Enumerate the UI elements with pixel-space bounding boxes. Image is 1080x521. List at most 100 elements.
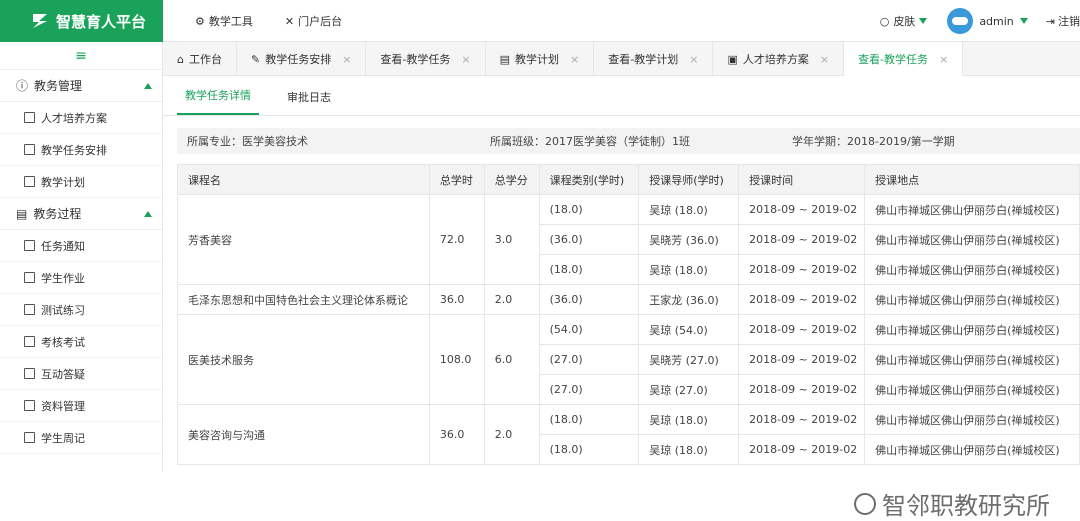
sidebar-item-materials[interactable]: 资料管理 bbox=[0, 390, 162, 422]
task-table: 课程名 总学时 总学分 课程类别(学时) 授课导师(学时) 授课时间 授课地点 … bbox=[177, 164, 1080, 465]
sidebar-item-label: 互动答疑 bbox=[41, 367, 85, 381]
tab-label: 教学任务安排 bbox=[265, 53, 332, 66]
sidebar-group-academic-management[interactable]: ⓘ 教务管理 bbox=[0, 70, 162, 102]
cell-place: 佛山市禅城区佛山伊丽莎白(禅城校区) bbox=[864, 404, 1080, 435]
sidebar-item-homework[interactable]: 学生作业 bbox=[0, 262, 162, 294]
tab-task-arrangement[interactable]: ✎ 教学任务安排 × bbox=[237, 42, 367, 76]
info-major: 所属专业：医学美容技术 bbox=[187, 135, 308, 148]
top-right: ○ 皮肤 admin ⇥ 注销 bbox=[880, 0, 1080, 42]
cell-category: (36.0) bbox=[538, 284, 640, 315]
logout-label: 注销 bbox=[1058, 15, 1080, 28]
table-row: 毛泽东思想和中国特色社会主义理论体系概论 36.0 2.0 (36.0) 王家龙 (36… bbox=[177, 284, 1080, 315]
home-icon: ⌂ bbox=[177, 52, 184, 66]
subtab-approval-log[interactable]: 审批日志 bbox=[279, 89, 339, 115]
cell-teacher: 吴琼 (18.0) bbox=[638, 194, 740, 225]
th-hours: 总学时 bbox=[428, 164, 485, 195]
edit-icon: ✎ bbox=[250, 52, 261, 66]
nav-portal-admin[interactable]: ✕ 门户后台 bbox=[285, 13, 342, 29]
chart-icon bbox=[24, 400, 35, 411]
cell-time: 2018-09 ~ 2019-02 bbox=[738, 404, 866, 435]
menu-toggle-icon[interactable]: ≡ bbox=[0, 42, 162, 70]
info-icon: ⓘ bbox=[16, 79, 29, 93]
close-icon[interactable]: × bbox=[342, 53, 351, 66]
wechat-icon bbox=[854, 492, 876, 515]
tab-workbench[interactable]: ⌂ 工作台 bbox=[163, 42, 237, 76]
cell-credits: 2.0 bbox=[483, 404, 540, 465]
tab-training-plan[interactable]: ▣ 人才培养方案 × bbox=[713, 42, 845, 76]
cell-credits: 6.0 bbox=[483, 314, 540, 405]
th-credits: 总学分 bbox=[483, 164, 540, 195]
cell-teacher: 吴琼 (18.0) bbox=[638, 434, 740, 465]
list-icon: ▤ bbox=[499, 52, 511, 66]
logout-icon: ⇥ bbox=[1045, 14, 1055, 28]
sidebar-item-qa[interactable]: 互动答疑 bbox=[0, 358, 162, 390]
wrench-icon: ✕ bbox=[284, 14, 295, 28]
tab-view-task-1[interactable]: 查看-教学任务 × bbox=[366, 42, 486, 76]
sidebar-item-task-notice[interactable]: 任务通知 bbox=[0, 230, 162, 262]
cell-teacher: 王家龙 (36.0) bbox=[638, 284, 740, 315]
cell-place: 佛山市禅城区佛山伊丽莎白(禅城校区) bbox=[864, 374, 1080, 405]
close-icon[interactable]: × bbox=[689, 53, 698, 66]
sidebar-item-label: 教学计划 bbox=[41, 175, 85, 189]
th-place: 授课地点 bbox=[864, 164, 1080, 195]
cell-teacher: 吴琼 (18.0) bbox=[638, 254, 740, 285]
edit-icon bbox=[24, 304, 35, 315]
nav-teaching-tools-label: 教学工具 bbox=[208, 15, 253, 28]
sidebar-group-label: 教务管理 bbox=[34, 79, 83, 93]
cell-teacher: 吴晓芳 (36.0) bbox=[638, 224, 740, 255]
close-icon[interactable]: × bbox=[939, 53, 948, 66]
tab-label: 人才培养方案 bbox=[742, 53, 809, 66]
sidebar-item-exam[interactable]: 考核考试 bbox=[0, 326, 162, 358]
skin-icon: ○ bbox=[879, 14, 890, 28]
notebook-icon bbox=[24, 432, 35, 443]
app-title: 智慧育人平台 bbox=[56, 12, 147, 31]
sidebar-item-practice[interactable]: 测试练习 bbox=[0, 294, 162, 326]
tab-label: 教学计划 bbox=[515, 53, 560, 66]
cell-place: 佛山市禅城区佛山伊丽莎白(禅城校区) bbox=[864, 194, 1080, 225]
cell-place: 佛山市禅城区佛山伊丽莎白(禅城校区) bbox=[864, 434, 1080, 465]
tab-label: 工作台 bbox=[188, 53, 222, 66]
table-body: 芳香美容 72.0 3.0 (18.0) 吴琼 (18.0) 2018-09 ~ 2019… bbox=[177, 194, 1080, 465]
speaker-icon bbox=[24, 240, 35, 251]
sidebar-item-teaching-plan[interactable]: 教学计划 bbox=[0, 166, 162, 198]
sidebar-item-training-plan[interactable]: 人才培养方案 bbox=[0, 102, 162, 134]
sidebar-item-label: 学生作业 bbox=[41, 271, 85, 285]
cell-hours: 36.0 bbox=[428, 284, 485, 315]
cell-time: 2018-09 ~ 2019-02 bbox=[738, 254, 866, 285]
subtab-task-detail[interactable]: 教学任务详情 bbox=[177, 87, 259, 115]
nav-teaching-tools[interactable]: ⚙ 教学工具 bbox=[195, 13, 253, 29]
skin-menu[interactable]: ○ 皮肤 bbox=[880, 13, 928, 29]
sidebar-item-label: 任务通知 bbox=[41, 239, 85, 253]
cell-time: 2018-09 ~ 2019-02 bbox=[738, 284, 866, 315]
th-teacher: 授课导师(学时) bbox=[638, 164, 740, 195]
cell-credits: 3.0 bbox=[483, 194, 540, 285]
avatar bbox=[947, 8, 974, 34]
nav-portal-admin-label: 门户后台 bbox=[298, 15, 343, 28]
cell-category: (36.0) bbox=[538, 224, 640, 255]
close-icon[interactable]: × bbox=[461, 53, 470, 66]
cell-time: 2018-09 ~ 2019-02 bbox=[738, 194, 866, 225]
tab-view-task-2[interactable]: 查看-教学任务 × bbox=[844, 42, 964, 76]
top-nav: ⚙ 教学工具 ✕ 门户后台 bbox=[195, 0, 342, 42]
close-icon[interactable]: × bbox=[820, 53, 829, 66]
sidebar-item-task-arrangement[interactable]: 教学任务安排 bbox=[0, 134, 162, 166]
app-logo[interactable]: 智慧育人平台 bbox=[0, 0, 163, 42]
subtabs: 教学任务详情 审批日志 bbox=[163, 76, 1080, 116]
cell-course-name: 毛泽东思想和中国特色社会主义理论体系概论 bbox=[177, 284, 430, 315]
sidebar-group-academic-process[interactable]: ▤ 教务过程 bbox=[0, 198, 162, 230]
cell-category: (18.0) bbox=[538, 434, 640, 465]
close-icon[interactable]: × bbox=[570, 53, 579, 66]
tab-view-plan[interactable]: 查看-教学计划 × bbox=[594, 42, 714, 76]
document-icon bbox=[24, 112, 35, 123]
tab-label: 查看-教学计划 bbox=[608, 53, 679, 66]
table-row: 美容咨询与沟通 36.0 2.0 (18.0) 吴琼 (18.0) 2018-09 ~ 2… bbox=[177, 404, 1080, 465]
tab-bar: ⌂ 工作台 ✎ 教学任务安排 × 查看-教学任务 × ▤ 教学计划 × 查看-教学计划 × ▣… bbox=[163, 42, 1080, 76]
cell-teacher: 吴琼 (54.0) bbox=[638, 314, 740, 345]
logout-button[interactable]: ⇥ 注销 bbox=[1046, 13, 1080, 29]
tab-teaching-plan[interactable]: ▤ 教学计划 × bbox=[486, 42, 595, 76]
clipboard-icon: ▤ bbox=[16, 206, 28, 221]
sidebar-item-weekly-journal[interactable]: 学生周记 bbox=[0, 422, 162, 454]
user-menu[interactable]: admin bbox=[947, 8, 1028, 34]
test-icon bbox=[24, 336, 35, 347]
cell-teacher: 吴琼 (27.0) bbox=[638, 374, 740, 405]
